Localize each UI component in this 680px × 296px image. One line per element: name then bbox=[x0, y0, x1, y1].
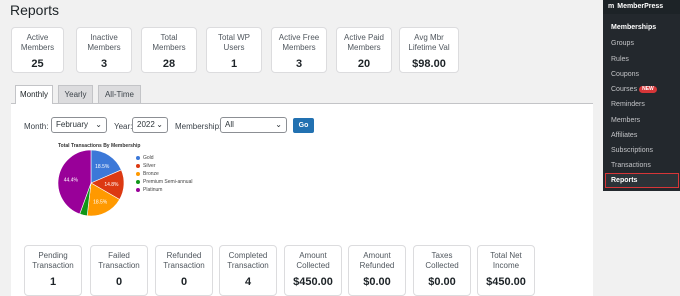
stat-card-active-paid-members: Active Paid Members 20 bbox=[336, 27, 392, 73]
stat-value: 25 bbox=[31, 58, 44, 70]
stat-card-inactive-members: Inactive Members 3 bbox=[76, 27, 132, 73]
legend-item-platinum: Platinum bbox=[136, 186, 192, 194]
pie-data-label: 18.5% bbox=[93, 199, 108, 205]
sidebar-item-members[interactable]: Members bbox=[611, 117, 640, 124]
sidebar-item-subscriptions[interactable]: Subscriptions bbox=[611, 147, 653, 154]
stat-card-active-free-members: Active Free Members 3 bbox=[271, 27, 327, 73]
stat-label: Inactive Members bbox=[87, 33, 121, 52]
legend-item-gold: Gold bbox=[136, 154, 192, 162]
sidebar-item-groups[interactable]: Groups bbox=[611, 40, 634, 47]
stat-label: Amount Refunded bbox=[359, 251, 395, 270]
year-value: 2022 bbox=[137, 120, 155, 129]
stat-value: 3 bbox=[295, 58, 303, 70]
legend-swatch bbox=[136, 164, 140, 168]
memberpress-logo-icon: m bbox=[608, 3, 615, 10]
sidebar-item-coupons[interactable]: Coupons bbox=[611, 71, 639, 78]
sidebar-item-memberships[interactable]: Memberships bbox=[611, 24, 656, 31]
tab-all-time[interactable]: All-Time bbox=[98, 85, 141, 103]
stat-label: Active Members bbox=[20, 33, 55, 52]
year-select[interactable]: 2022 ⌄ bbox=[132, 117, 168, 133]
memberpress-brand: MemberPress bbox=[617, 3, 664, 10]
month-select[interactable]: February ⌄ bbox=[51, 117, 107, 133]
stat-value: $450.00 bbox=[486, 276, 526, 288]
stat-value: 1 bbox=[49, 276, 57, 288]
stat-card-pending-transaction: Pending Transaction 1 bbox=[24, 245, 82, 296]
stat-value: $450.00 bbox=[293, 276, 333, 288]
stat-card-taxes-collected: Taxes Collected $0.00 bbox=[413, 245, 471, 296]
stat-label: Total Net Income bbox=[490, 251, 522, 270]
page-title: Reports bbox=[10, 2, 60, 18]
stat-card-refunded-transaction: Refunded Transaction 0 bbox=[155, 245, 213, 296]
stat-card-failed-transaction: Failed Transaction 0 bbox=[90, 245, 148, 296]
month-label: Month: bbox=[24, 122, 49, 131]
membership-select[interactable]: All ⌄ bbox=[220, 117, 287, 133]
year-label: Year: bbox=[114, 122, 133, 131]
stat-value: 0 bbox=[180, 276, 188, 288]
stat-value: $0.00 bbox=[363, 276, 391, 288]
sidebar-item-reminders[interactable]: Reminders bbox=[611, 101, 645, 108]
sidebar-item-transactions[interactable]: Transactions bbox=[611, 162, 651, 169]
stat-card-amount-collected: Amount Collected $450.00 bbox=[284, 245, 342, 296]
stat-label: Total WP Users bbox=[217, 33, 250, 52]
legend-label: Bronze bbox=[143, 171, 159, 177]
legend-item-bronze: Bronze bbox=[136, 170, 192, 178]
sidebar-item-affiliates[interactable]: Affiliates bbox=[611, 132, 637, 139]
stat-label: Avg Mbr Lifetime Val bbox=[408, 33, 450, 52]
stat-card-amount-refunded: Amount Refunded $0.00 bbox=[348, 245, 406, 296]
membership-value: All bbox=[225, 120, 234, 129]
legend-label: Premium Semi-annual bbox=[143, 179, 193, 185]
stat-label: Refunded Transaction bbox=[163, 251, 205, 270]
sidebar-item-rules[interactable]: Rules bbox=[611, 56, 629, 63]
legend-item-premium-semi-annual: Premium Semi-annual bbox=[136, 178, 192, 186]
go-button[interactable]: Go bbox=[293, 118, 314, 133]
stat-card-total-net-income: Total Net Income $450.00 bbox=[477, 245, 535, 296]
stat-card-completed-transaction: Completed Transaction 4 bbox=[219, 245, 277, 296]
new-badge: NEW bbox=[639, 86, 657, 93]
stat-label: Failed Transaction bbox=[98, 251, 140, 270]
pie-chart: 18.5% 14.8% 18.5% 44.4% bbox=[57, 149, 125, 217]
legend-swatch bbox=[136, 156, 140, 160]
chevron-down-icon: ⌄ bbox=[156, 120, 163, 129]
pie-data-label: 14.8% bbox=[104, 182, 119, 188]
chart-legend: Gold Silver Bronze Premium Semi-annual P… bbox=[136, 154, 192, 194]
tab-yearly[interactable]: Yearly bbox=[58, 85, 93, 103]
chevron-down-icon: ⌄ bbox=[275, 120, 282, 129]
stat-value: 28 bbox=[162, 58, 176, 70]
month-value: February bbox=[56, 120, 89, 129]
sidebar-item-label: Courses bbox=[611, 86, 638, 93]
stat-label: Taxes Collected bbox=[425, 251, 459, 270]
legend-swatch bbox=[136, 188, 140, 192]
stat-value: 4 bbox=[244, 276, 252, 288]
legend-label: Silver bbox=[143, 163, 156, 169]
legend-swatch bbox=[136, 172, 140, 176]
legend-swatch bbox=[136, 180, 140, 184]
legend-label: Platinum bbox=[143, 187, 163, 193]
stat-label: Amount Collected bbox=[296, 251, 330, 270]
memberpress-menu-header[interactable]: m MemberPress bbox=[603, 0, 680, 14]
sidebar-item-courses[interactable]: Courses NEW bbox=[611, 86, 657, 93]
pie-data-label: 18.5% bbox=[95, 164, 110, 170]
sidebar-item-reports[interactable]: Reports bbox=[611, 177, 637, 184]
pie-data-label: 44.4% bbox=[64, 177, 79, 183]
stat-label: Active Free Members bbox=[278, 33, 320, 52]
legend-item-silver: Silver bbox=[136, 162, 192, 170]
stat-card-avg-lifetime-value: Avg Mbr Lifetime Val $98.00 bbox=[399, 27, 459, 73]
chevron-down-icon: ⌄ bbox=[95, 120, 102, 129]
stat-value: $98.00 bbox=[412, 58, 446, 70]
stat-card-total-members: Total Members 28 bbox=[141, 27, 197, 73]
stat-card-active-members: Active Members 25 bbox=[11, 27, 64, 73]
stat-card-total-wp-users: Total WP Users 1 bbox=[206, 27, 262, 73]
stat-value: 1 bbox=[230, 58, 238, 70]
stat-value: 3 bbox=[100, 58, 108, 70]
stat-label: Pending Transaction bbox=[32, 251, 74, 270]
stat-value: $0.00 bbox=[428, 276, 456, 288]
stat-label: Total Members bbox=[152, 33, 186, 52]
stat-value: 0 bbox=[115, 276, 123, 288]
stat-value: 20 bbox=[357, 58, 371, 70]
membership-label: Membership: bbox=[175, 122, 222, 131]
stat-label: Active Paid Members bbox=[343, 33, 385, 52]
legend-label: Gold bbox=[143, 155, 154, 161]
stat-label: Completed Transaction bbox=[227, 251, 269, 270]
tab-monthly[interactable]: Monthly bbox=[15, 85, 53, 104]
